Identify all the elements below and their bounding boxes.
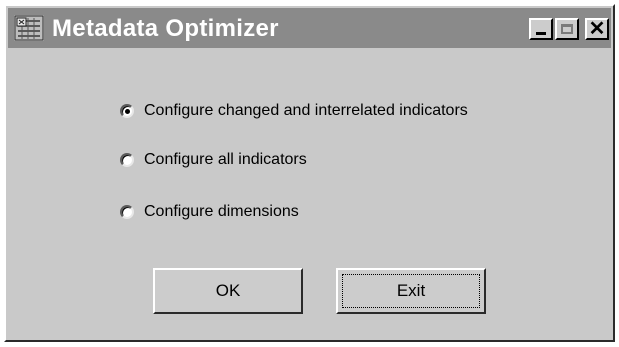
minimize-icon bbox=[536, 32, 546, 35]
window-title: Metadata Optimizer bbox=[52, 15, 279, 42]
option-label: Configure dimensions bbox=[144, 203, 299, 220]
option-label: Configure all indicators bbox=[144, 151, 307, 168]
minimize-button[interactable] bbox=[529, 18, 553, 40]
option-label: Configure changed and interrelated indic… bbox=[144, 102, 468, 119]
radio-configure-all[interactable] bbox=[120, 153, 134, 167]
close-icon: ✕ bbox=[588, 18, 606, 40]
maximize-icon bbox=[561, 24, 573, 34]
radio-configure-changed[interactable] bbox=[120, 104, 134, 118]
maximize-button[interactable] bbox=[555, 18, 579, 40]
option-configure-dimensions[interactable]: Configure dimensions bbox=[120, 202, 299, 222]
radio-configure-dimensions[interactable] bbox=[120, 205, 134, 219]
dialog-window: Metadata Optimizer ✕ Configure changed a… bbox=[4, 4, 615, 342]
radio-selected-dot bbox=[125, 109, 130, 114]
ok-button-label: OK bbox=[215, 281, 241, 300]
focus-rectangle bbox=[342, 274, 480, 308]
exit-button[interactable]: Exit bbox=[336, 268, 486, 314]
option-configure-changed[interactable]: Configure changed and interrelated indic… bbox=[120, 101, 468, 121]
option-configure-all[interactable]: Configure all indicators bbox=[120, 150, 307, 170]
application-icon[interactable] bbox=[14, 15, 44, 41]
close-button[interactable]: ✕ bbox=[585, 18, 609, 40]
ok-button[interactable]: OK bbox=[153, 268, 303, 314]
title-bar[interactable]: Metadata Optimizer ✕ bbox=[8, 8, 611, 48]
